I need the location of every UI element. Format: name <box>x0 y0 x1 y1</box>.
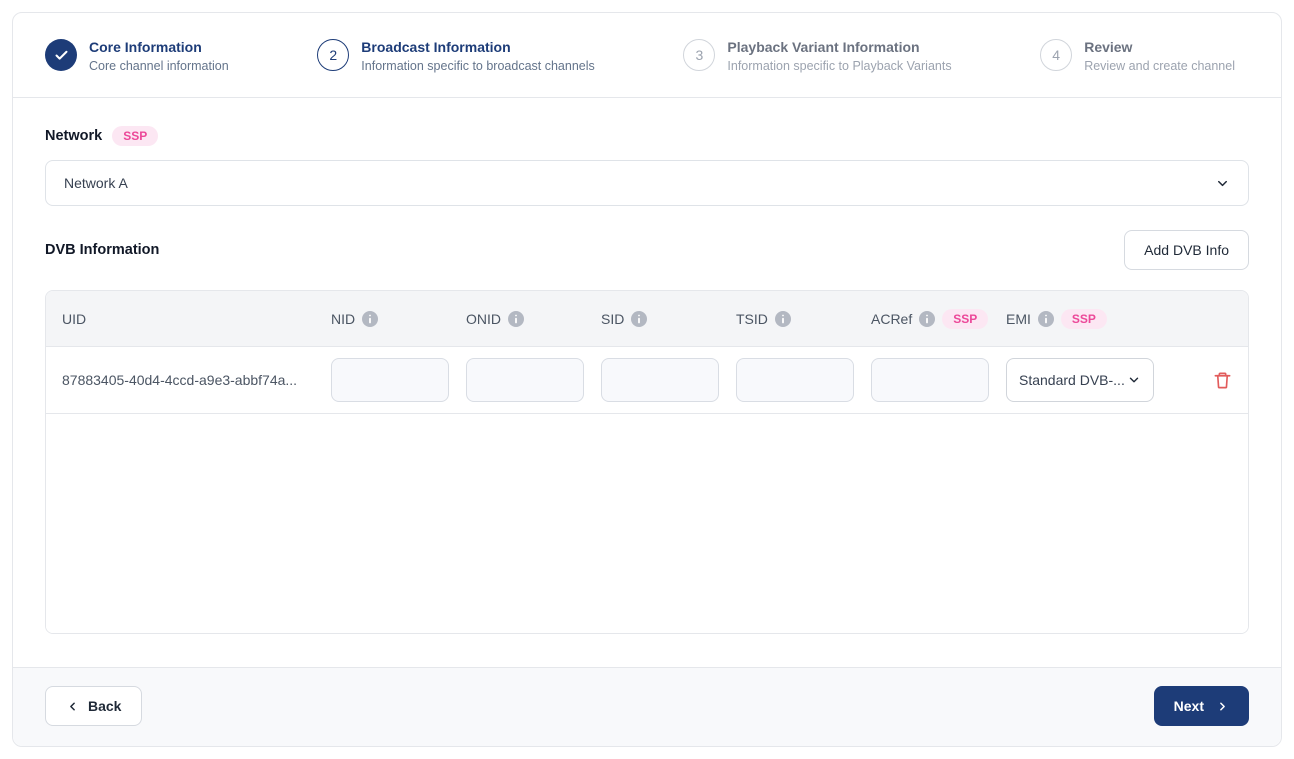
row-uid-value: 87883405-40d4-4ccd-a9e3-abbf74a... <box>62 372 298 388</box>
check-icon <box>54 48 69 63</box>
step-3-circle: 3 <box>683 39 716 71</box>
back-button-label: Back <box>88 698 122 714</box>
onid-input[interactable] <box>466 358 584 402</box>
step-core-information[interactable]: Core Information Core channel informatio… <box>45 39 229 73</box>
dvb-table: UID NID ONID SID TSID ACRef SSP EMI SSP … <box>45 290 1249 634</box>
add-dvb-info-button[interactable]: Add DVB Info <box>1124 230 1249 270</box>
chevron-right-icon <box>1216 700 1229 713</box>
info-icon[interactable] <box>362 310 379 327</box>
dvb-section-header: DVB Information Add DVB Info <box>45 230 1249 270</box>
emi-ssp-badge: SSP <box>1060 308 1107 329</box>
column-header-uid: UID <box>62 310 87 327</box>
step-2-subtitle: Information specific to broadcast channe… <box>361 59 595 73</box>
acref-ssp-badge: SSP <box>942 308 989 329</box>
network-label: Network <box>45 128 103 144</box>
step-1-subtitle: Core channel information <box>89 59 229 73</box>
emi-select-value: Standard DVB-... <box>1019 372 1125 388</box>
step-2-title: Broadcast Information <box>361 39 511 55</box>
column-header-sid: SID <box>601 310 736 327</box>
dvb-table-empty-area <box>46 414 1248 633</box>
chevron-left-icon <box>66 700 79 713</box>
network-select-value: Network A <box>64 175 128 191</box>
trash-icon <box>1213 371 1232 390</box>
dvb-table-row: 87883405-40d4-4ccd-a9e3-abbf74a... Stand… <box>46 347 1248 414</box>
info-icon[interactable] <box>919 310 936 327</box>
step-3-subtitle: Information specific to Playback Variant… <box>727 59 952 73</box>
step-3-title: Playback Variant Information <box>727 39 920 55</box>
column-header-emi: EMI SSP <box>1006 308 1196 329</box>
sid-input[interactable] <box>601 358 719 402</box>
next-button[interactable]: Next <box>1153 686 1249 726</box>
nid-input[interactable] <box>331 358 449 402</box>
emi-select[interactable]: Standard DVB-... <box>1006 358 1154 402</box>
chevron-down-icon <box>1127 373 1141 387</box>
step-4-subtitle: Review and create channel <box>1084 59 1235 73</box>
network-label-row: Network SSP <box>45 126 1249 146</box>
delete-row-button[interactable] <box>1209 367 1236 394</box>
create-channel-wizard-card: Core Information Core channel informatio… <box>12 12 1282 747</box>
chevron-down-icon <box>1215 176 1230 191</box>
column-header-tsid: TSID <box>736 310 871 327</box>
step-playback-variant-information[interactable]: 3 Playback Variant Information Informati… <box>683 39 952 73</box>
step-4-circle: 4 <box>1040 39 1073 71</box>
step-broadcast-information[interactable]: 2 Broadcast Information Information spec… <box>317 39 595 73</box>
dvb-heading: DVB Information <box>45 242 160 258</box>
info-icon[interactable] <box>1037 310 1054 327</box>
step-1-title: Core Information <box>89 39 202 55</box>
info-icon[interactable] <box>631 310 648 327</box>
wizard-content: Network SSP Network A DVB Information Ad… <box>13 98 1281 667</box>
step-4-title: Review <box>1084 39 1133 55</box>
network-select[interactable]: Network A <box>45 160 1249 206</box>
info-icon[interactable] <box>508 310 524 327</box>
info-icon[interactable] <box>774 310 791 327</box>
step-review[interactable]: 4 Review Review and create channel <box>1040 39 1235 73</box>
column-header-onid: ONID <box>466 310 601 327</box>
back-button[interactable]: Back <box>45 686 143 726</box>
tsid-input[interactable] <box>736 358 854 402</box>
step-2-circle: 2 <box>317 39 350 71</box>
wizard-footer: Back Next <box>13 667 1281 746</box>
network-ssp-badge: SSP <box>112 126 159 146</box>
wizard-stepper: Core Information Core channel informatio… <box>13 13 1281 98</box>
step-1-circle <box>45 39 77 71</box>
column-header-nid: NID <box>331 310 466 327</box>
dvb-table-header: UID NID ONID SID TSID ACRef SSP EMI SSP <box>46 291 1248 347</box>
acref-input[interactable] <box>871 358 989 402</box>
column-header-acref: ACRef SSP <box>871 308 1006 329</box>
next-button-label: Next <box>1173 698 1204 714</box>
